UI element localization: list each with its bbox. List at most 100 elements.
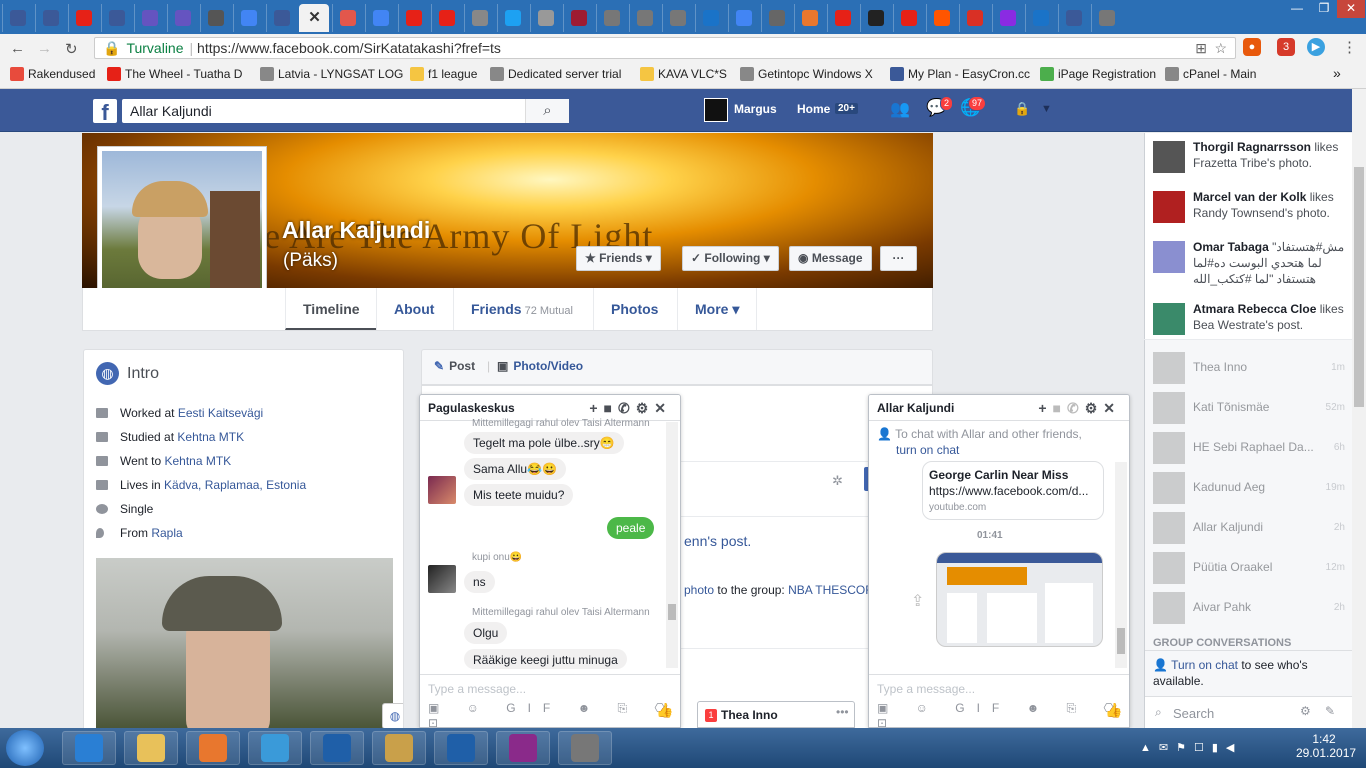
browser-tab-facebook[interactable] bbox=[2, 4, 33, 32]
more-icon[interactable]: ••• bbox=[836, 705, 849, 719]
browser-tab-eclipse[interactable] bbox=[794, 4, 825, 32]
from-link[interactable]: Rapla bbox=[151, 526, 182, 540]
close-window-button[interactable]: ✕ bbox=[1337, 0, 1365, 18]
privacy-shortcuts-icon[interactable]: 🔒 bbox=[1014, 101, 1030, 117]
browser-tab-youtube[interactable] bbox=[68, 4, 99, 32]
work-link[interactable]: Eesti Kaitsevägi bbox=[178, 406, 263, 420]
browser-tab-globe[interactable] bbox=[1025, 4, 1056, 32]
browser-tab-facebook[interactable] bbox=[266, 4, 297, 32]
browser-tab-doc[interactable] bbox=[530, 4, 561, 32]
like-icon[interactable]: 👍 bbox=[656, 702, 673, 719]
composer-photo-tab[interactable]: ▣ Photo/Video bbox=[497, 359, 583, 373]
tab-friends[interactable]: Friends 72 Mutual bbox=[453, 288, 590, 330]
fire-extension-icon[interactable]: ● bbox=[1243, 38, 1261, 56]
gear-icon[interactable]: ⚙ bbox=[636, 400, 655, 416]
back-icon[interactable]: ← bbox=[10, 40, 25, 57]
bookmark-item[interactable]: My Plan - EasyCron.cc bbox=[890, 67, 1030, 81]
bookmark-item[interactable]: iPage Registration bbox=[1040, 67, 1156, 81]
taskbar-app[interactable] bbox=[248, 731, 302, 765]
extension-badge-icon[interactable]: 3 bbox=[1277, 38, 1295, 56]
chat-toolbar[interactable]: ▣ ☺ GIF ☻ ⎘ ⎔ ⊡ bbox=[420, 701, 680, 727]
system-tray-icons[interactable]: ▲✉⚑☐▮◀ bbox=[1140, 741, 1242, 754]
add-people-icon[interactable]: + bbox=[589, 400, 603, 416]
chat-search-input[interactable]: Search bbox=[1173, 706, 1214, 721]
user-name-link[interactable]: Margus bbox=[734, 102, 777, 116]
bookmark-item[interactable]: Getintopc Windows X bbox=[740, 67, 873, 81]
video-call-icon[interactable]: ■ bbox=[1053, 400, 1067, 416]
profile-name[interactable]: Allar Kaljundi bbox=[282, 217, 430, 244]
taskbar-app[interactable] bbox=[186, 731, 240, 765]
taskbar-app[interactable] bbox=[558, 731, 612, 765]
browser-tab-facebook[interactable] bbox=[101, 4, 132, 32]
video-call-icon[interactable]: ■ bbox=[604, 400, 618, 416]
taskbar-app[interactable] bbox=[124, 731, 178, 765]
chat-message-input[interactable]: Type a message... bbox=[420, 674, 680, 702]
taskbar-app[interactable] bbox=[310, 731, 364, 765]
gear-icon[interactable]: ⚙ bbox=[1300, 704, 1311, 718]
browser-tab-youtube[interactable] bbox=[431, 4, 462, 32]
following-button[interactable]: ✓ Following ▾ bbox=[682, 246, 779, 271]
phone-icon[interactable]: ✆ bbox=[1067, 400, 1085, 416]
chrome-extension-icon[interactable]: ▶ bbox=[1307, 38, 1325, 56]
taskbar-app[interactable] bbox=[434, 731, 488, 765]
phone-icon[interactable]: ✆ bbox=[618, 400, 636, 416]
shared-post-text[interactable]: enn's post. bbox=[684, 533, 751, 549]
more-options-button[interactable]: ··· bbox=[880, 246, 917, 271]
settings-icon[interactable]: ✲ bbox=[832, 473, 843, 489]
taskbar-app[interactable] bbox=[372, 731, 426, 765]
turn-on-chat-link[interactable]: Turn on chat bbox=[1171, 658, 1238, 672]
chat-contact[interactable]: Kadunud Aeg 19m bbox=[1153, 471, 1345, 505]
browser-tab-soundcloud[interactable] bbox=[926, 4, 957, 32]
browser-tab-youtube[interactable] bbox=[893, 4, 924, 32]
browser-tab-yt[interactable] bbox=[629, 4, 660, 32]
globe-icon[interactable]: ◍ bbox=[382, 703, 403, 729]
bookmark-star-icon[interactable]: ☆ bbox=[1214, 38, 1227, 58]
page-scrollbar[interactable] bbox=[1352, 89, 1366, 728]
menu-icon[interactable]: ⋮ bbox=[1342, 38, 1357, 56]
bookmark-item[interactable]: f1 league bbox=[410, 67, 477, 81]
browser-tab-mail[interactable] bbox=[959, 4, 990, 32]
account-menu-icon[interactable]: ▼ bbox=[1041, 103, 1052, 115]
browser-tab-pdf[interactable] bbox=[332, 4, 363, 32]
home-link[interactable]: Home bbox=[797, 102, 830, 116]
browser-tab-youtube[interactable] bbox=[398, 4, 429, 32]
browser-tab-skype[interactable] bbox=[992, 4, 1023, 32]
chat-scrollbar[interactable] bbox=[1115, 462, 1127, 668]
tab-about[interactable]: About bbox=[376, 288, 451, 330]
browser-tab-wikipedia[interactable] bbox=[596, 4, 627, 32]
browser-tab-google[interactable] bbox=[233, 4, 264, 32]
avatar[interactable] bbox=[428, 476, 456, 504]
intro-featured-photo[interactable] bbox=[96, 558, 393, 738]
studied-link[interactable]: Kehtna MTK bbox=[177, 430, 244, 444]
chat-contact[interactable]: HE Sebi Raphael Da... 6h bbox=[1153, 431, 1345, 465]
forward-icon[interactable]: → bbox=[37, 40, 52, 57]
chat-contact[interactable]: Thea Inno 1m bbox=[1153, 351, 1345, 385]
tab-more[interactable]: More ▾ bbox=[677, 288, 758, 330]
facebook-logo-icon[interactable]: f bbox=[93, 99, 117, 123]
browser-tab-youtube[interactable] bbox=[827, 4, 858, 32]
bookmark-item[interactable]: KAVA VLC*S bbox=[640, 67, 727, 81]
like-icon[interactable]: 👍 bbox=[1105, 702, 1122, 719]
chat-contact[interactable]: Aivar Pahk 2h bbox=[1153, 591, 1345, 625]
minimize-button[interactable]: — bbox=[1283, 0, 1311, 18]
bookmark-item[interactable]: The Wheel - Tuatha D bbox=[107, 67, 242, 81]
add-people-icon[interactable]: + bbox=[1038, 400, 1052, 416]
close-icon[interactable]: ✕ bbox=[654, 400, 672, 416]
translate-icon[interactable]: ⊞ bbox=[1195, 38, 1207, 58]
browser-tab-jira[interactable] bbox=[167, 4, 198, 32]
start-button[interactable] bbox=[6, 730, 44, 766]
chat-scrollbar[interactable] bbox=[666, 422, 678, 668]
bookmark-item[interactable]: Rakendused bbox=[10, 67, 95, 81]
bookmark-item[interactable]: Dedicated server trial bbox=[490, 67, 621, 81]
browser-tab-uu[interactable] bbox=[464, 4, 495, 32]
chat-header[interactable]: Allar Kaljundi +■✆⚙✕ bbox=[869, 395, 1129, 421]
browser-tab-google[interactable] bbox=[728, 4, 759, 32]
search-icon[interactable]: ⌕ bbox=[525, 99, 569, 123]
browser-tab-facebook[interactable] bbox=[1058, 4, 1089, 32]
share-icon[interactable]: ⇪ bbox=[911, 591, 924, 611]
friends-button[interactable]: ★ Friends ▾ bbox=[576, 246, 661, 271]
turn-on-chat-link[interactable]: turn on chat bbox=[896, 443, 959, 457]
browser-tab-close[interactable]: ✕ bbox=[299, 4, 329, 32]
browser-tab-facebook[interactable] bbox=[35, 4, 66, 32]
reload-icon[interactable]: ↻ bbox=[65, 40, 78, 58]
